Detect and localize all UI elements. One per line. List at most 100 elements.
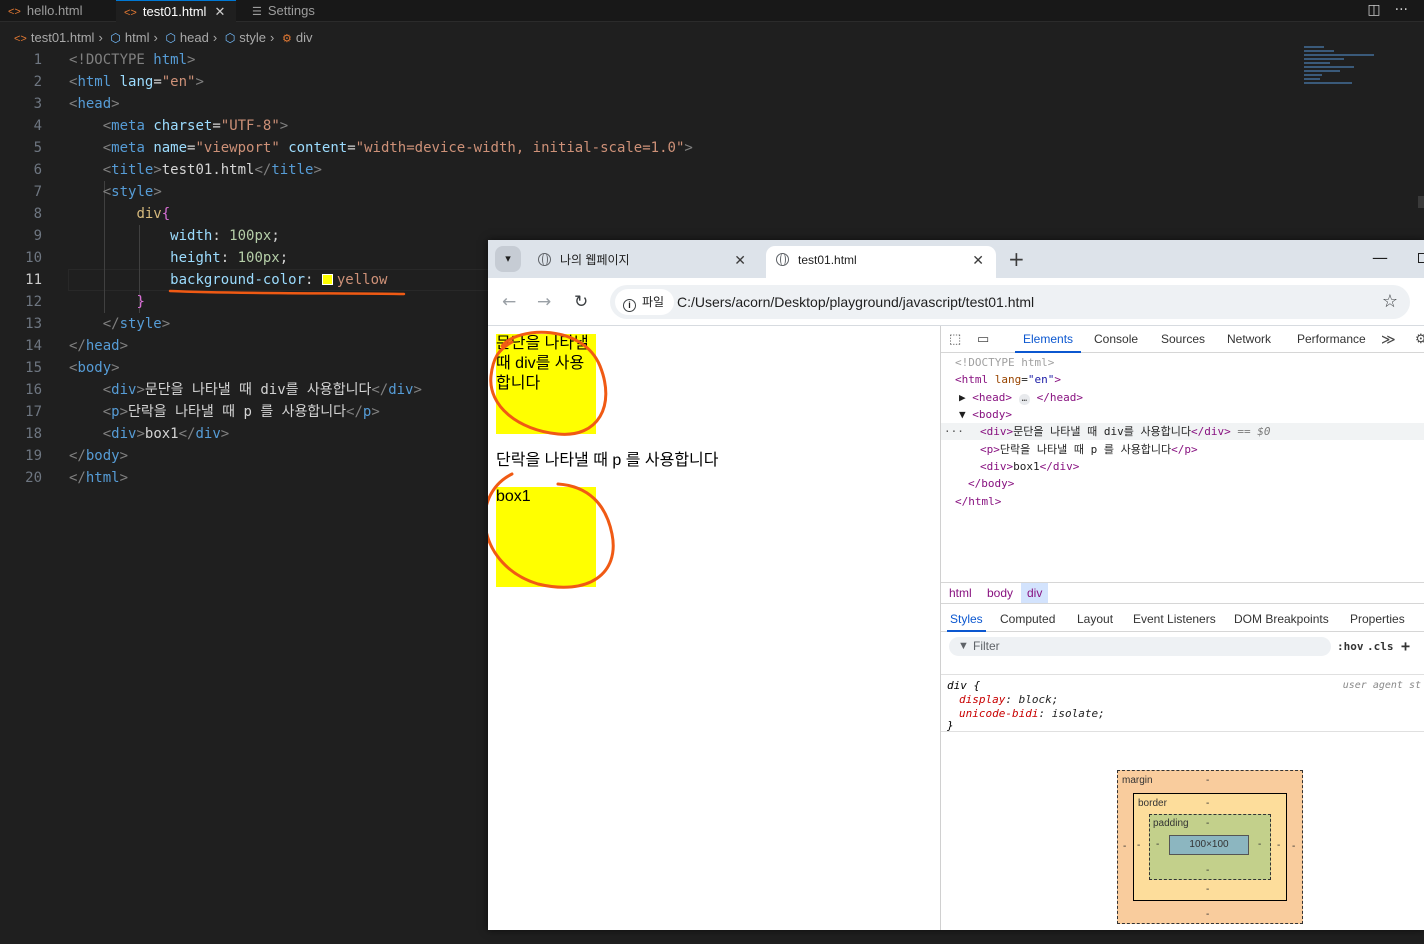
globe-icon bbox=[776, 252, 789, 266]
code-line: 4 <meta charset="UTF-8"> bbox=[33, 118, 289, 134]
reload-button[interactable]: ↻ bbox=[574, 292, 588, 312]
tab-layout[interactable]: Layout bbox=[1074, 606, 1116, 632]
dom-doctype[interactable]: <!DOCTYPE html> bbox=[941, 354, 1424, 371]
dom-html-close[interactable]: </html> bbox=[941, 493, 1424, 510]
more-icon: ··· bbox=[944, 425, 964, 438]
tab-properties[interactable]: Properties bbox=[1347, 606, 1408, 632]
editor-tab-bar: <> hello.html <> test01.html ✕ ☰ Settings ◫ ·… bbox=[0, 0, 1424, 22]
chevron-right-icon: › bbox=[212, 30, 218, 45]
tab-event-listeners[interactable]: Event Listeners bbox=[1130, 606, 1219, 632]
style-rule-div: div { user agent st display: block; unic… bbox=[941, 674, 1424, 732]
address-bar[interactable]: i 파일 C:/Users/acorn/Desktop/playground/ja… bbox=[610, 285, 1410, 319]
tab-network[interactable]: Network bbox=[1227, 326, 1271, 353]
page-p-paragraph: 단락을 나타낼 때 p 를 사용합니다 bbox=[496, 452, 719, 469]
html-icon: <> bbox=[8, 6, 21, 18]
forward-button[interactable]: → bbox=[537, 292, 551, 312]
browser-tab-test01[interactable]: test01.html ✕ bbox=[766, 246, 996, 278]
chevron-right-icon: › bbox=[153, 30, 158, 45]
code-line: 2 <html lang="en"> bbox=[33, 74, 204, 90]
back-button[interactable]: ← bbox=[502, 292, 516, 312]
site-info-chip[interactable]: i 파일 bbox=[615, 289, 675, 315]
rule-decl[interactable]: unicode-bidi: isolate; bbox=[947, 707, 1105, 721]
box-model-margin[interactable]: margin - - - - border - - - - padding - … bbox=[1117, 770, 1303, 924]
tab-styles[interactable]: Styles bbox=[947, 606, 986, 632]
breadcrumb-head[interactable]: head bbox=[180, 30, 209, 45]
hover-state-toggle[interactable]: :hov bbox=[1337, 637, 1364, 656]
dom-html[interactable]: <html lang="en"> bbox=[941, 371, 1424, 388]
more-actions-icon[interactable]: ··· bbox=[1395, 2, 1408, 18]
tab-elements[interactable]: Elements bbox=[1015, 326, 1082, 353]
color-swatch[interactable] bbox=[321, 274, 333, 285]
browser-toolbar: ← → ↻ i 파일 C:/Users/acorn/Desktop/playgro… bbox=[488, 278, 1424, 326]
bookmark-star-icon[interactable]: ☆ bbox=[1382, 285, 1398, 319]
box-model-content[interactable]: 100×100 bbox=[1169, 835, 1249, 855]
breadcrumb: <> test01.html › ⬡ html › ⬡ head › ⬡ style › ⚙ di… bbox=[0, 27, 1424, 49]
breadcrumb-file[interactable]: test01.html bbox=[31, 30, 95, 45]
browser-window: ▾ 나의 웹페이지 ✕ test01.html ✕ + — ← → ↻ i 파일 C:… bbox=[488, 240, 1424, 930]
styles-tab-bar: Styles Computed Layout Event Listeners D… bbox=[941, 606, 1424, 632]
tab-sources[interactable]: Sources bbox=[1161, 326, 1205, 353]
code-line: 1 <!DOCTYPE html> bbox=[33, 52, 196, 68]
crumb-body[interactable]: body bbox=[981, 583, 1019, 603]
collapse-triangle-icon: ▼ bbox=[959, 408, 973, 421]
ellipsis-icon: … bbox=[1018, 394, 1031, 405]
dom-p[interactable]: <p>단락을 나타낼 때 p 를 사용합니다</p> bbox=[941, 441, 1424, 458]
html-icon: <> bbox=[124, 7, 137, 19]
element-icon: ⬡ bbox=[110, 31, 121, 45]
chevron-right-icon: › bbox=[98, 30, 103, 45]
minimize-button[interactable]: — bbox=[1372, 248, 1388, 267]
add-rule-icon[interactable]: + bbox=[1401, 637, 1410, 656]
tab-hello-html[interactable]: <> hello.html bbox=[0, 0, 114, 22]
tab-settings[interactable]: ☰ Settings bbox=[244, 0, 354, 22]
tab-dom-breakpoints[interactable]: DOM Breakpoints bbox=[1231, 606, 1332, 632]
expand-triangle-icon: ▶ bbox=[959, 391, 973, 404]
split-editor-icon[interactable]: ◫ bbox=[1367, 2, 1380, 18]
url-text[interactable]: C:/Users/acorn/Desktop/playground/javasc… bbox=[677, 285, 1034, 319]
inspect-element-icon[interactable]: ⬚ bbox=[949, 331, 961, 347]
class-toggle[interactable]: .cls bbox=[1367, 637, 1394, 656]
gear-icon[interactable]: ⚙ bbox=[1415, 331, 1424, 347]
tab-test01-html[interactable]: <> test01.html ✕ bbox=[116, 0, 236, 22]
rule-origin: user agent st bbox=[1342, 680, 1421, 691]
breadcrumb-div[interactable]: div bbox=[296, 30, 313, 45]
tab-search-button[interactable]: ▾ bbox=[495, 246, 521, 272]
breadcrumb-style[interactable]: style bbox=[239, 30, 266, 45]
element-icon: ⬡ bbox=[224, 31, 236, 45]
box-model-diagram: margin - - - - border - - - - padding - … bbox=[1117, 770, 1303, 924]
tab-performance[interactable]: Performance bbox=[1297, 326, 1366, 353]
info-icon: i bbox=[623, 299, 636, 312]
box-model-padding[interactable]: padding - - - - 100×100 bbox=[1149, 814, 1271, 880]
box-model-border[interactable]: border - - - - padding - - - - 100×100 bbox=[1133, 793, 1287, 901]
dom-head[interactable]: ▶ <head> … </head> bbox=[941, 389, 1424, 406]
scrollbar[interactable] bbox=[1418, 196, 1424, 208]
dom-div-box1[interactable]: <div>box1</div> bbox=[941, 458, 1424, 475]
minimap[interactable] bbox=[1304, 46, 1384, 90]
rule-selector[interactable]: div { bbox=[947, 679, 980, 693]
settings-icon: ☰ bbox=[252, 6, 262, 18]
close-icon[interactable]: ✕ bbox=[734, 246, 746, 274]
tab-console[interactable]: Console bbox=[1094, 326, 1138, 353]
html-icon: <> bbox=[14, 33, 27, 45]
device-toolbar-icon[interactable]: ▭ bbox=[977, 331, 989, 347]
close-icon[interactable]: ✕ bbox=[214, 4, 225, 19]
styles-filter-row: ▼ Filter :hov .cls + bbox=[941, 633, 1424, 659]
dom-div-selected[interactable]: ··· <div>문단을 나타낼 때 div를 사용합니다</div> == $0 bbox=[941, 423, 1424, 440]
crumb-html[interactable]: html bbox=[943, 583, 978, 603]
tab-computed[interactable]: Computed bbox=[997, 606, 1058, 632]
crumb-div[interactable]: div bbox=[1021, 583, 1049, 603]
dom-body-close[interactable]: </body> bbox=[941, 475, 1424, 492]
close-icon[interactable]: ✕ bbox=[972, 246, 984, 274]
maximize-button[interactable] bbox=[1418, 253, 1424, 263]
browser-tab-my-webpage[interactable]: 나의 웹페이지 ✕ bbox=[528, 246, 758, 278]
rule-decl[interactable]: display: block; bbox=[947, 693, 1058, 707]
devtools-panel: ⬚ ▭ Elements Console Sources Network Per… bbox=[940, 326, 1424, 930]
new-tab-button[interactable]: + bbox=[1008, 246, 1025, 272]
more-tabs-icon[interactable]: ≫ bbox=[1381, 331, 1396, 348]
breadcrumb-html[interactable]: html bbox=[125, 30, 150, 45]
dom-body[interactable]: ▼ <body> bbox=[941, 406, 1424, 423]
styles-filter-input[interactable]: ▼ Filter bbox=[949, 637, 1331, 656]
dom-tree: <!DOCTYPE html> <html lang="en"> ▶ <head… bbox=[941, 354, 1424, 580]
code-line: 8 div{ bbox=[33, 206, 171, 222]
browser-tab-bar: ▾ 나의 웹페이지 ✕ test01.html ✕ + — bbox=[488, 240, 1424, 278]
page-div-box1: box1 bbox=[496, 487, 596, 587]
